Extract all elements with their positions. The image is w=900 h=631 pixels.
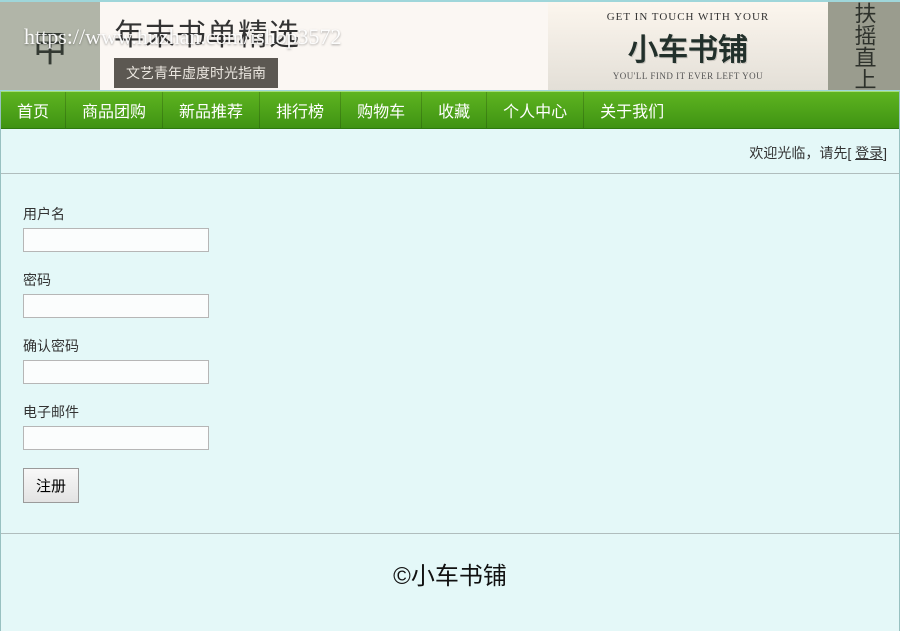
nav-account[interactable]: 个人中心: [487, 92, 584, 128]
banner-subtitle: 文艺青年虚度时光指南: [114, 58, 278, 88]
banner-shop-name: 小车书铺: [628, 25, 748, 69]
welcome-bar: 欢迎光临，请先[ 登录]: [1, 129, 899, 173]
password-input[interactable]: [23, 294, 209, 318]
nav-about[interactable]: 关于我们: [584, 92, 680, 128]
confirm-password-label: 确认密码: [23, 336, 899, 356]
banner-left-decor: 甲: [0, 2, 100, 90]
banner-left-char: 甲: [32, 20, 68, 72]
email-label: 电子邮件: [23, 402, 899, 422]
nav-new[interactable]: 新品推荐: [163, 92, 260, 128]
banner-shop-block: GET IN TOUCH WITH YOUR 小车书铺 YOU'LL FIND …: [548, 2, 828, 90]
banner-eng-bottom: YOU'LL FIND IT EVER LEFT YOU: [613, 71, 763, 81]
welcome-prefix: 欢迎光临，请先[: [749, 145, 855, 161]
confirm-password-input[interactable]: [23, 360, 209, 384]
username-label: 用户名: [23, 204, 899, 224]
nav-favorites[interactable]: 收藏: [422, 92, 487, 128]
footer-copyright: ©小车书铺: [1, 534, 899, 631]
header-banner: https://www.huzhan.com/ishop3572 甲 年末书单精…: [0, 0, 900, 91]
nav-home[interactable]: 首页: [1, 92, 66, 128]
nav-cart[interactable]: 购物车: [341, 92, 422, 128]
login-link[interactable]: 登录: [855, 145, 883, 161]
welcome-suffix: ]: [883, 145, 887, 161]
banner-right-text: 扶摇直上: [852, 2, 875, 90]
banner-right-decor: 扶摇直上: [828, 2, 900, 90]
nav-group-buy[interactable]: 商品团购: [66, 92, 163, 128]
email-input[interactable]: [23, 426, 209, 450]
username-input[interactable]: [23, 228, 209, 252]
password-label: 密码: [23, 270, 899, 290]
nav-ranking[interactable]: 排行榜: [260, 92, 341, 128]
register-button[interactable]: 注册: [23, 468, 79, 503]
register-form: 用户名 密码 确认密码 电子邮件 注册: [1, 174, 899, 534]
banner-main: 年末书单精选 文艺青年虚度时光指南: [100, 2, 548, 90]
banner-title: 年末书单精选: [114, 10, 534, 54]
banner-eng-top: GET IN TOUCH WITH YOUR: [607, 11, 770, 23]
main-nav: 首页 商品团购 新品推荐 排行榜 购物车 收藏 个人中心 关于我们: [1, 91, 899, 129]
